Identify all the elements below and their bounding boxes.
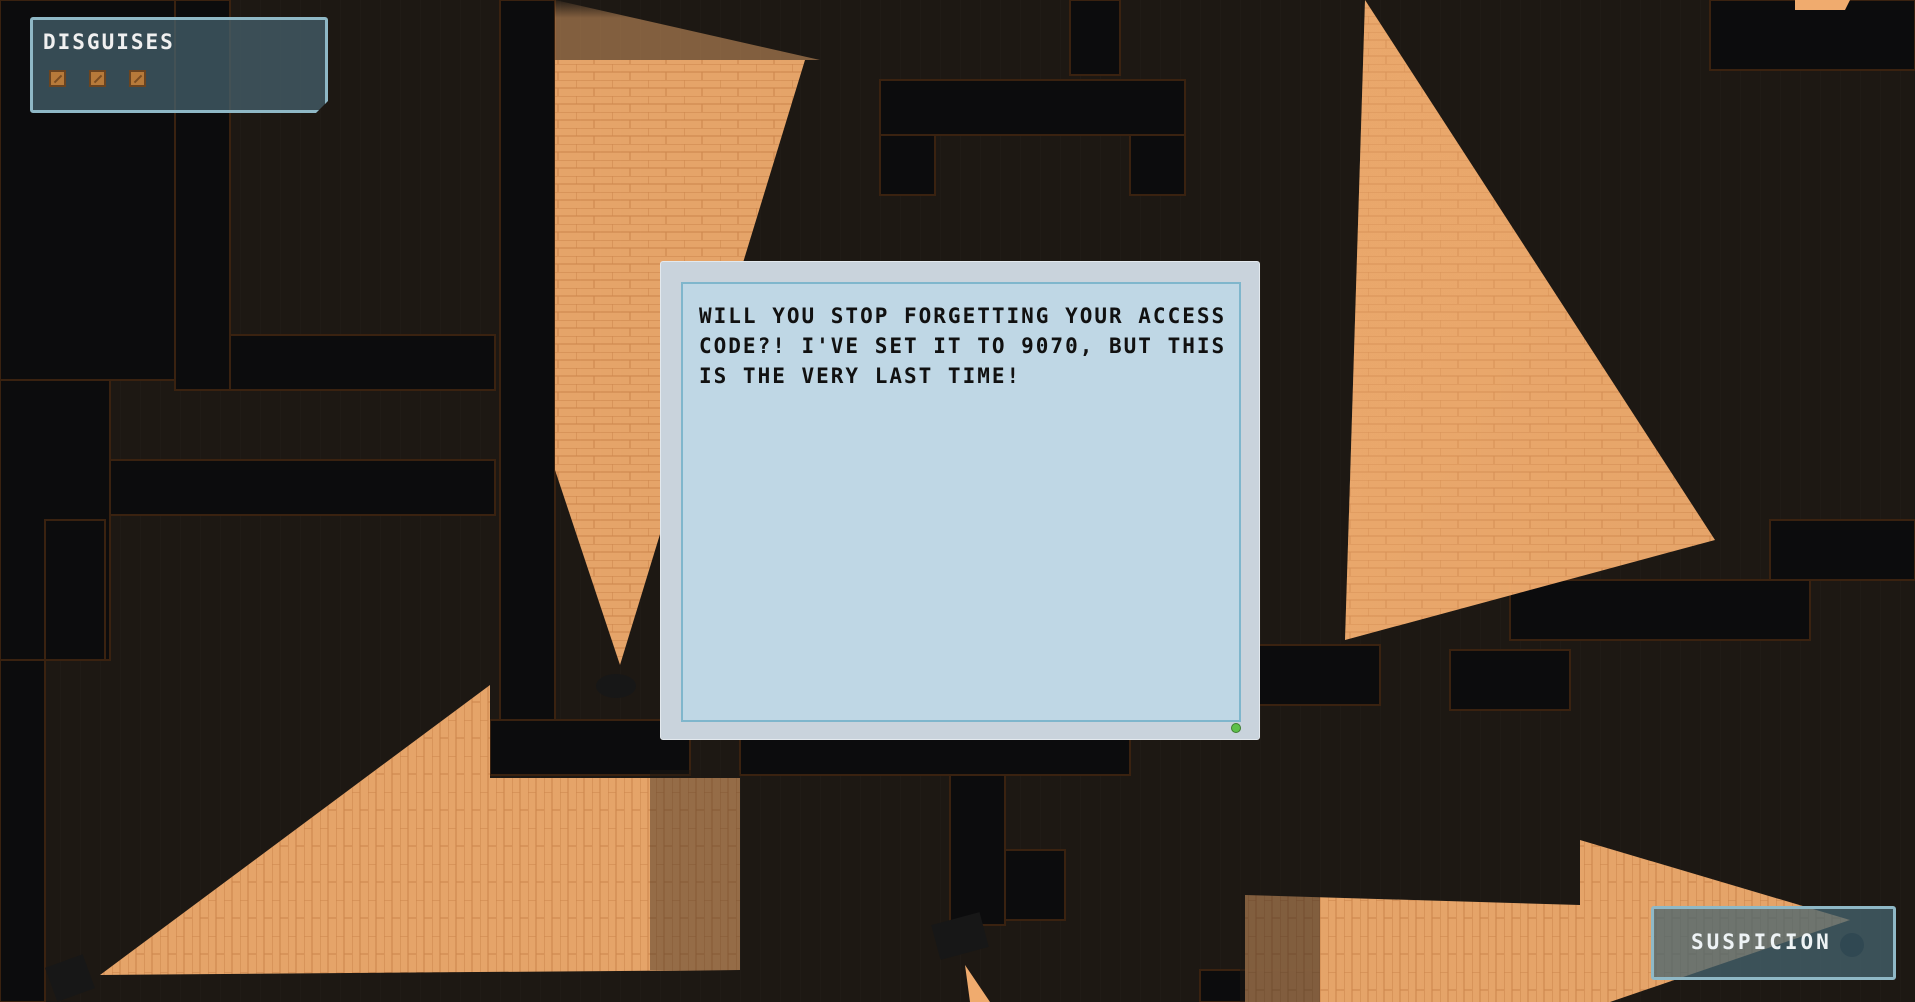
disguise-slot-icon[interactable]	[49, 70, 66, 87]
status-led-icon	[1231, 723, 1241, 733]
disguises-title: DISGUISES	[43, 30, 175, 54]
disguise-slot-icon[interactable]	[89, 70, 106, 87]
guard	[596, 674, 636, 698]
suspicion-meter: SUSPICION	[1651, 906, 1896, 980]
dialog-message: WILL YOU STOP FORGETTING YOUR ACCESS COD…	[699, 304, 1227, 388]
suspicion-label: SUSPICION	[1691, 930, 1832, 954]
disguise-slot-icon[interactable]	[129, 70, 146, 87]
dialog-message-area: WILL YOU STOP FORGETTING YOUR ACCESS COD…	[681, 282, 1241, 722]
suspicion-indicator-icon	[1840, 933, 1864, 957]
dialog-box[interactable]: WILL YOU STOP FORGETTING YOUR ACCESS COD…	[660, 261, 1260, 740]
disguise-slots	[49, 70, 146, 87]
disguises-panel: DISGUISES	[30, 17, 328, 113]
